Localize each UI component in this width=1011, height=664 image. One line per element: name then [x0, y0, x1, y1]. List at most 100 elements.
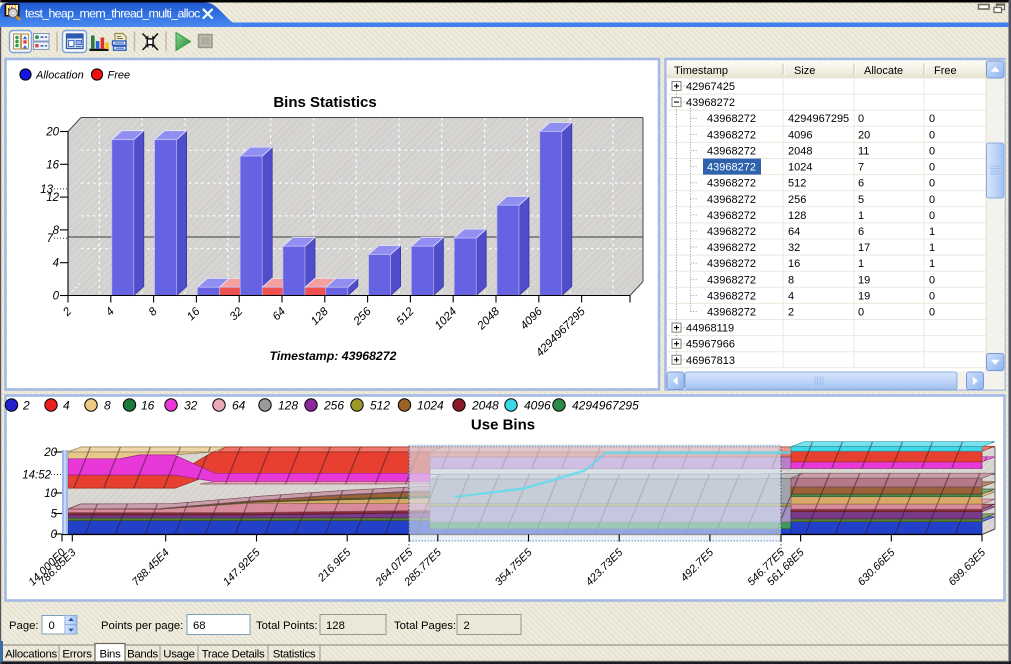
svg-text:0: 0: [929, 146, 935, 158]
svg-text:0: 0: [929, 194, 935, 206]
svg-text:6: 6: [858, 226, 864, 238]
svg-text:Free: Free: [108, 70, 131, 82]
svg-text:20: 20: [858, 129, 870, 141]
svg-text:13: 13: [40, 184, 53, 196]
svg-text:16: 16: [788, 258, 800, 270]
svg-text:256: 256: [788, 194, 806, 206]
svg-text:43968272: 43968272: [707, 210, 756, 222]
svg-text:43968272: 43968272: [707, 113, 756, 125]
svg-text:8: 8: [104, 399, 111, 413]
svg-text:43968272: 43968272: [707, 258, 756, 270]
svg-text:32: 32: [184, 399, 198, 413]
svg-text:128: 128: [326, 620, 345, 632]
svg-text:7: 7: [858, 162, 864, 174]
svg-text:Total Points:: Total Points:: [256, 620, 318, 632]
svg-text:Allocation: Allocation: [35, 70, 84, 82]
svg-text:1: 1: [858, 210, 864, 222]
svg-text:14:52: 14:52: [22, 470, 51, 482]
svg-text:256: 256: [323, 399, 344, 413]
svg-text:Bins: Bins: [100, 649, 122, 661]
svg-text:43968272: 43968272: [707, 194, 756, 206]
svg-text:4294967295: 4294967295: [788, 113, 849, 125]
svg-text:1024: 1024: [417, 399, 444, 413]
svg-text:2: 2: [788, 307, 794, 319]
svg-text:43968272: 43968272: [707, 129, 756, 141]
svg-text:43968272: 43968272: [707, 274, 756, 286]
svg-text:5: 5: [51, 509, 58, 521]
svg-text:1024: 1024: [788, 162, 812, 174]
svg-text:0: 0: [929, 178, 935, 190]
svg-text:43968272: 43968272: [707, 307, 756, 319]
svg-text:0: 0: [49, 620, 55, 632]
svg-text:Free: Free: [934, 65, 957, 77]
svg-text:5: 5: [858, 194, 864, 206]
svg-text:512: 512: [788, 178, 806, 190]
svg-text:Use Bins: Use Bins: [471, 417, 535, 434]
svg-text:19: 19: [858, 290, 870, 302]
svg-text:32: 32: [788, 242, 800, 254]
svg-text:0: 0: [858, 307, 864, 319]
svg-text:0: 0: [929, 129, 935, 141]
svg-text:20: 20: [45, 127, 59, 139]
svg-text:4: 4: [53, 258, 59, 270]
svg-text:Errors: Errors: [62, 649, 92, 661]
svg-text:test_heap_mem_thread_multi_all: test_heap_mem_thread_multi_alloc: [25, 7, 200, 21]
svg-text:16: 16: [46, 159, 59, 171]
svg-text:17: 17: [858, 242, 870, 254]
svg-text:46967813: 46967813: [686, 355, 735, 367]
svg-text:Page:: Page:: [9, 620, 39, 632]
svg-text:64: 64: [788, 226, 800, 238]
svg-text:4294967295: 4294967295: [572, 399, 639, 413]
svg-text:4: 4: [788, 290, 794, 302]
svg-text:Points per page:: Points per page:: [101, 620, 183, 632]
svg-text:6: 6: [858, 178, 864, 190]
svg-text:43968272: 43968272: [707, 146, 756, 158]
svg-text:Size: Size: [794, 65, 815, 77]
svg-text:0: 0: [858, 113, 864, 125]
svg-text:16: 16: [141, 399, 155, 413]
svg-text:Trace Details: Trace Details: [202, 649, 265, 661]
svg-text:11: 11: [858, 146, 869, 158]
svg-text:68: 68: [193, 620, 206, 632]
svg-text:43968272: 43968272: [707, 242, 756, 254]
svg-text:0: 0: [929, 290, 935, 302]
svg-text:19: 19: [858, 274, 870, 286]
svg-text:0: 0: [929, 210, 935, 222]
svg-text:Timestamp: Timestamp: [674, 65, 728, 77]
svg-text:1: 1: [929, 258, 935, 270]
svg-text:7: 7: [47, 233, 54, 245]
svg-text:0: 0: [929, 274, 935, 286]
svg-text:43968272: 43968272: [707, 290, 756, 302]
svg-text:Bands: Bands: [127, 649, 158, 661]
svg-text:2048: 2048: [471, 399, 499, 413]
svg-text:512: 512: [370, 399, 390, 413]
svg-text:128: 128: [278, 399, 298, 413]
svg-text:2048: 2048: [788, 146, 812, 158]
svg-text:1: 1: [929, 226, 935, 238]
svg-text:Timestamp: 43968272: Timestamp: 43968272: [270, 349, 397, 363]
svg-text:43968272: 43968272: [707, 162, 756, 174]
svg-text:0: 0: [929, 307, 935, 319]
svg-text:10: 10: [44, 488, 57, 500]
svg-text:64: 64: [232, 399, 246, 413]
svg-text:42967425: 42967425: [686, 81, 735, 93]
svg-text:45967966: 45967966: [686, 339, 735, 351]
svg-text:4: 4: [63, 399, 70, 413]
svg-text:0: 0: [51, 529, 58, 541]
svg-text:44968119: 44968119: [686, 323, 734, 335]
svg-text:43968272: 43968272: [707, 226, 756, 238]
svg-text:43968272: 43968272: [707, 178, 756, 190]
svg-text:43968272: 43968272: [686, 97, 735, 109]
svg-text:4096: 4096: [788, 129, 812, 141]
svg-text:1: 1: [929, 242, 935, 254]
svg-text:Allocate: Allocate: [864, 65, 903, 77]
svg-text:8: 8: [53, 225, 60, 237]
svg-text:0: 0: [929, 162, 935, 174]
svg-text:20: 20: [43, 447, 57, 459]
svg-text:Bins Statistics: Bins Statistics: [273, 94, 376, 111]
svg-text:0: 0: [53, 291, 60, 303]
svg-text:0: 0: [929, 113, 935, 125]
svg-text:1: 1: [858, 258, 864, 270]
svg-text:2: 2: [464, 620, 470, 632]
svg-text:Statistics: Statistics: [273, 649, 316, 661]
